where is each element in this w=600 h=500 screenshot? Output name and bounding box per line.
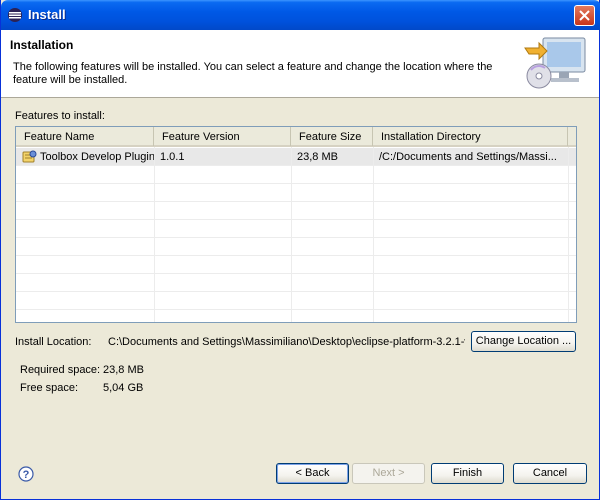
plugin-feature-icon	[22, 150, 37, 163]
feature-directory: /C:/Documents and Settings/Massi...	[379, 151, 557, 163]
svg-text:?: ?	[23, 469, 30, 481]
column-header-name[interactable]: Feature Name	[16, 127, 154, 146]
empty-row	[16, 238, 576, 256]
required-space-value: 23,8 MB	[103, 364, 144, 376]
empty-row	[16, 166, 576, 184]
feature-version: 1.0.1	[160, 151, 185, 163]
help-icon[interactable]: ?	[18, 466, 34, 482]
header-banner: Installation The following features will…	[1, 30, 599, 98]
column-header-size[interactable]: Feature Size	[291, 127, 373, 146]
table-header: Feature Name Feature Version Feature Siz…	[16, 127, 576, 147]
column-divider	[291, 147, 292, 322]
cancel-button[interactable]: Cancel	[513, 463, 587, 484]
finish-button[interactable]: Finish	[431, 463, 504, 484]
title-bar[interactable]: Install	[1, 0, 600, 30]
feature-size: 23,8 MB	[297, 151, 338, 163]
column-header-directory[interactable]: Installation Directory	[373, 127, 568, 146]
install-location-path: C:\Documents and Settings\Massimiliano\D…	[108, 336, 465, 348]
column-header-version[interactable]: Feature Version	[154, 127, 291, 146]
features-table[interactable]: Feature Name Feature Version Feature Siz…	[15, 126, 577, 323]
free-space-value: 5,04 GB	[103, 382, 144, 394]
feature-name: Toolbox Develop Plugin	[40, 151, 154, 163]
free-space-label: Free space:	[20, 382, 79, 394]
close-button[interactable]	[574, 5, 595, 26]
column-divider	[373, 147, 374, 322]
window-title: Install	[28, 7, 66, 22]
empty-row	[16, 184, 576, 202]
empty-row	[16, 292, 576, 310]
eclipse-icon	[8, 8, 22, 22]
empty-row	[16, 202, 576, 220]
empty-row	[16, 256, 576, 274]
column-divider	[154, 147, 155, 322]
table-row[interactable]: Toolbox Develop Plugin 1.0.1 23,8 MB /C:…	[16, 148, 576, 166]
page-heading: Installation	[10, 38, 74, 52]
empty-row	[16, 220, 576, 238]
install-dialog: Install Installation The following featu…	[0, 0, 600, 500]
page-description: The following features will be installed…	[13, 61, 493, 86]
column-divider	[568, 147, 569, 322]
install-location-label: Install Location:	[15, 336, 92, 348]
change-location-button[interactable]: Change Location ...	[471, 331, 576, 352]
empty-row	[16, 274, 576, 292]
back-button[interactable]: < Back	[276, 463, 349, 484]
close-icon	[579, 10, 590, 21]
next-button[interactable]: Next >	[352, 463, 425, 484]
install-wizard-icon	[524, 37, 586, 89]
required-space-label: Required space:	[20, 364, 101, 376]
features-label: Features to install:	[15, 110, 105, 122]
